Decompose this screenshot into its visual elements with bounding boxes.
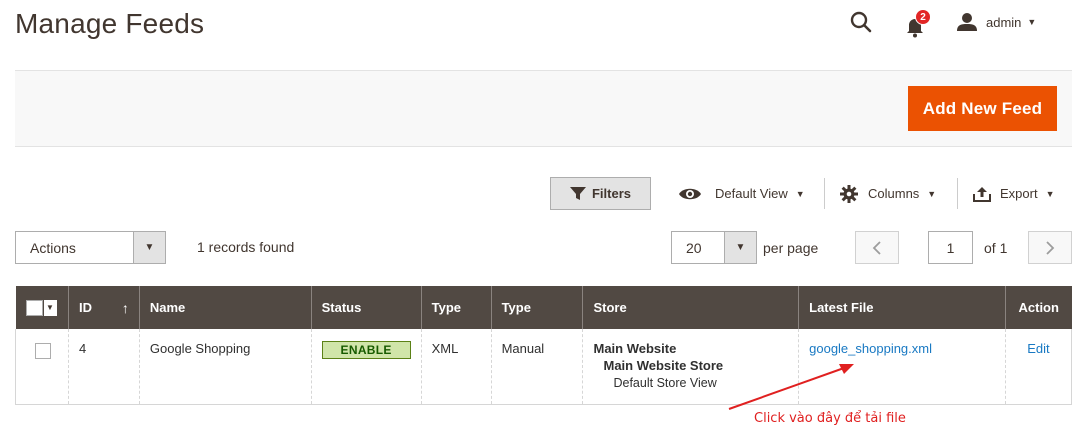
chevron-down-icon: ▼ <box>1045 188 1055 199</box>
edit-link[interactable]: Edit <box>1027 341 1049 356</box>
user-menu[interactable]: admin ▼ <box>956 12 1036 32</box>
export-label: Export <box>1000 186 1038 201</box>
status-badge: ENABLE <box>321 341 411 359</box>
chevron-down-icon: ▼ <box>43 299 57 316</box>
cell-name: Google Shopping <box>138 329 312 405</box>
columns-control[interactable]: Columns ▼ <box>840 177 936 210</box>
cell-type: XML <box>420 329 492 405</box>
column-header-latest-file[interactable]: Latest File <box>798 286 1006 329</box>
mass-actions-select[interactable]: Actions ▼ <box>15 231 166 264</box>
column-header-id[interactable]: ID ↑ <box>67 286 140 329</box>
store-view: Default Store View <box>613 376 717 390</box>
notifications-bell-icon[interactable]: 2 <box>903 9 931 38</box>
page-actions-bar: Add New Feed <box>15 70 1072 147</box>
previous-page-button[interactable] <box>855 231 899 264</box>
chevron-down-icon: ▼ <box>1027 17 1037 27</box>
table-row: 4 Google Shopping ENABLE XML Manual Main… <box>15 329 1073 405</box>
mass-select-dropdown[interactable]: ▼ <box>25 299 57 316</box>
mass-select-header[interactable]: ▼ <box>15 286 69 329</box>
cell-id: 4 <box>67 329 140 405</box>
row-checkbox[interactable] <box>35 343 51 359</box>
chevron-down-icon: ▼ <box>927 188 937 199</box>
notification-count-badge: 2 <box>915 9 931 25</box>
mass-select-checkbox[interactable] <box>25 299 43 316</box>
total-pages-label: of 1 <box>984 240 1008 256</box>
chevron-right-icon <box>1046 240 1055 255</box>
cell-latest-file: google_shopping.xml <box>798 329 1006 405</box>
feeds-grid: ▼ ID ↑ Name Status Type Type Store Lates… <box>15 286 1073 405</box>
export-icon <box>973 186 991 202</box>
view-label: Default View <box>715 186 788 201</box>
cell-action: Edit <box>1004 329 1073 405</box>
store-website: Main Website <box>593 341 677 356</box>
cell-store: Main Website Main Website Store Default … <box>582 329 799 405</box>
grid-header-row: ▼ ID ↑ Name Status Type Type Store Lates… <box>15 286 1072 329</box>
export-control[interactable]: Export ▼ <box>973 177 1055 210</box>
per-page-value: 20 <box>686 239 702 256</box>
toolbar-divider <box>824 178 825 209</box>
gear-icon <box>840 184 858 203</box>
per-page-select[interactable]: 20 ▼ <box>671 231 757 264</box>
store-group: Main Website Store <box>603 358 724 373</box>
toolbar-divider <box>957 178 958 209</box>
view-switcher[interactable]: Default View ▼ <box>678 177 805 210</box>
columns-label: Columns <box>868 186 920 201</box>
filters-label: Filters <box>591 186 631 201</box>
annotation-text: Click vào đây để tải file <box>754 411 906 426</box>
column-header-type[interactable]: Type <box>420 286 492 329</box>
chevron-left-icon <box>872 240 881 255</box>
funnel-icon <box>569 186 586 200</box>
actions-select-value: Actions <box>30 239 76 256</box>
column-header-store[interactable]: Store <box>582 286 799 329</box>
page-number-input[interactable] <box>928 231 973 264</box>
cell-execution-type: Manual <box>490 329 583 405</box>
row-select-cell <box>15 329 69 405</box>
latest-file-link[interactable]: google_shopping.xml <box>809 341 932 356</box>
add-new-feed-button[interactable]: Add New Feed <box>908 86 1057 131</box>
grid-toolbar: Filters Default View ▼ Columns ▼ Export … <box>0 177 1083 211</box>
chevron-down-icon: ▼ <box>724 232 756 263</box>
records-found-count: 1 records found <box>197 239 295 255</box>
column-header-label: ID <box>78 299 92 315</box>
chevron-down-icon: ▼ <box>133 232 165 263</box>
grid-actions-toolbar: Actions ▼ 1 records found 20 ▼ per page … <box>0 231 1083 265</box>
page-title: Manage Feeds <box>15 8 205 39</box>
chevron-down-icon: ▼ <box>795 188 805 199</box>
eye-icon <box>679 188 701 199</box>
next-page-button[interactable] <box>1028 231 1072 264</box>
user-icon <box>957 13 977 31</box>
column-header-name[interactable]: Name <box>138 286 312 329</box>
filters-button[interactable]: Filters <box>550 177 651 210</box>
search-icon[interactable] <box>849 10 875 36</box>
user-name: admin <box>986 14 1022 30</box>
sort-ascending-icon: ↑ <box>121 299 129 316</box>
column-header-execution-type[interactable]: Type <box>490 286 583 329</box>
cell-status: ENABLE <box>310 329 422 405</box>
per-page-label: per page <box>763 240 819 256</box>
column-header-status[interactable]: Status <box>310 286 422 329</box>
column-header-action: Action <box>1004 286 1072 329</box>
